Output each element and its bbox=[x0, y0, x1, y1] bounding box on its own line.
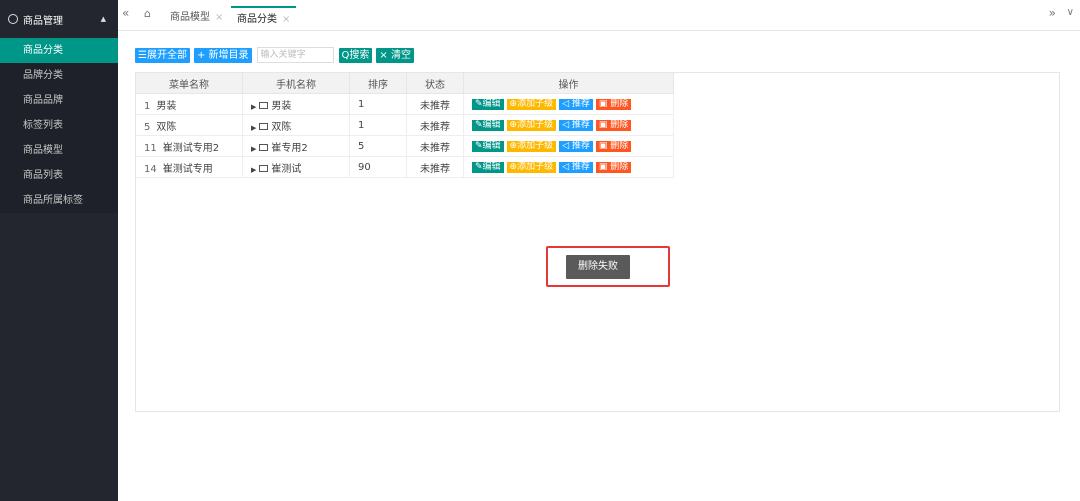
row-id: 14 bbox=[144, 163, 157, 175]
row-status: 未推荐 bbox=[406, 156, 464, 178]
row-name: 男装 bbox=[156, 100, 177, 112]
tab-category[interactable]: 商品分类 × bbox=[231, 6, 297, 32]
tab-label: 商品分类 bbox=[237, 14, 277, 25]
row-id: 5 bbox=[144, 121, 151, 133]
edit-button[interactable]: ✎编辑 bbox=[472, 99, 504, 110]
search-button[interactable]: Q搜索 bbox=[338, 47, 373, 63]
sidebar: 商品管理 ▲ 商品分类 品牌分类 商品品牌 标签列表 商品模型 商品列表 商品所… bbox=[0, 0, 118, 501]
row-id: 11 bbox=[144, 142, 157, 154]
recommend-button[interactable]: ◁ 推荐 bbox=[559, 120, 593, 131]
sidebar-group-header[interactable]: 商品管理 ▲ bbox=[0, 0, 118, 38]
search-input[interactable]: 输入关键字 bbox=[256, 47, 334, 63]
expand-arrow-icon[interactable]: ▶ bbox=[251, 166, 256, 174]
edit-button[interactable]: ✎编辑 bbox=[472, 120, 504, 131]
row-name: 崔测试专用 bbox=[162, 163, 213, 175]
row-name: 双陈 bbox=[156, 121, 177, 133]
row-sort: 1 bbox=[349, 93, 407, 115]
sidebar-list: 商品分类 品牌分类 商品品牌 标签列表 商品模型 商品列表 商品所属标签 bbox=[0, 38, 118, 213]
scroll-right-icon[interactable]: » bbox=[1049, 6, 1056, 20]
table-panel: 菜单名称 手机名称 排序 状态 操作 1 男装 ▶ 男装 1 未推荐 ✎编辑 ⊕添加子… bbox=[135, 72, 1060, 412]
table-row: 14 崔测试专用 ▶ 崔测试 90 未推荐 ✎编辑 ⊕添加子级 ◁ 推荐 ▣ 删除 bbox=[136, 156, 674, 178]
row-status: 未推荐 bbox=[406, 114, 464, 136]
expand-arrow-icon[interactable]: ▶ bbox=[251, 124, 256, 132]
category-table: 菜单名称 手机名称 排序 状态 操作 1 男装 ▶ 男装 1 未推荐 ✎编辑 ⊕添加子… bbox=[136, 73, 674, 178]
clear-button[interactable]: × 清空 bbox=[376, 47, 414, 63]
header-sort: 排序 bbox=[349, 73, 407, 94]
sidebar-item-brand[interactable]: 商品品牌 bbox=[0, 88, 118, 113]
edit-button[interactable]: ✎编辑 bbox=[472, 141, 504, 152]
edit-button[interactable]: ✎编辑 bbox=[472, 162, 504, 173]
add-child-button[interactable]: ⊕添加子级 bbox=[506, 120, 557, 131]
recommend-button[interactable]: ◁ 推荐 bbox=[559, 162, 593, 173]
sidebar-item-tags[interactable]: 标签列表 bbox=[0, 113, 118, 138]
scroll-left-icon[interactable]: « bbox=[122, 6, 129, 20]
sidebar-item-product-tags[interactable]: 商品所属标签 bbox=[0, 188, 118, 213]
add-child-button[interactable]: ⊕添加子级 bbox=[506, 162, 557, 173]
header-status: 状态 bbox=[406, 73, 464, 94]
sidebar-item-category[interactable]: 商品分类 bbox=[0, 38, 118, 63]
row-sort: 5 bbox=[349, 135, 407, 157]
row-sort: 1 bbox=[349, 114, 407, 136]
folder-icon bbox=[259, 123, 269, 130]
recommend-button[interactable]: ◁ 推荐 bbox=[559, 141, 593, 152]
delete-button[interactable]: ▣ 删除 bbox=[595, 120, 632, 131]
delete-button[interactable]: ▣ 删除 bbox=[595, 141, 632, 152]
error-toast: 删除失败 bbox=[566, 255, 630, 279]
folder-icon bbox=[259, 165, 269, 172]
close-icon[interactable]: × bbox=[215, 12, 223, 23]
row-phone-name: 双陈 bbox=[271, 121, 292, 133]
row-status: 未推荐 bbox=[406, 93, 464, 115]
add-child-button[interactable]: ⊕添加子级 bbox=[506, 99, 557, 110]
table-row: 1 男装 ▶ 男装 1 未推荐 ✎编辑 ⊕添加子级 ◁ 推荐 ▣ 删除 bbox=[136, 93, 674, 115]
tab-bar: « ⌂ 商品模型 × 商品分类 × » ∨ bbox=[118, 0, 1080, 31]
row-status: 未推荐 bbox=[406, 135, 464, 157]
toolbar: ☰展开全部 + 新增目录 输入关键字 Q搜索 × 清空 bbox=[135, 47, 414, 63]
expand-arrow-icon[interactable]: ▶ bbox=[251, 103, 256, 111]
delete-button[interactable]: ▣ 删除 bbox=[595, 99, 632, 110]
home-icon[interactable]: ⌂ bbox=[144, 7, 151, 20]
add-directory-button[interactable]: + 新增目录 bbox=[193, 47, 252, 63]
row-sort: 90 bbox=[349, 156, 407, 178]
sidebar-item-brand-category[interactable]: 品牌分类 bbox=[0, 63, 118, 88]
table-row: 5 双陈 ▶ 双陈 1 未推荐 ✎编辑 ⊕添加子级 ◁ 推荐 ▣ 删除 bbox=[136, 114, 674, 136]
row-name: 崔测试专用2 bbox=[162, 142, 220, 154]
sidebar-item-products[interactable]: 商品列表 bbox=[0, 163, 118, 188]
caret-up-icon: ▲ bbox=[100, 15, 106, 23]
add-child-button[interactable]: ⊕添加子级 bbox=[506, 141, 557, 152]
row-phone-name: 崔测试 bbox=[271, 163, 302, 175]
table-row: 11 崔测试专用2 ▶ 崔专用2 5 未推荐 ✎编辑 ⊕添加子级 ◁ 推荐 ▣ 删除 bbox=[136, 135, 674, 157]
close-icon[interactable]: × bbox=[282, 14, 290, 25]
header-phone-name: 手机名称 bbox=[242, 73, 350, 94]
row-id: 1 bbox=[144, 100, 151, 112]
row-phone-name: 男装 bbox=[271, 100, 292, 112]
sidebar-group-title: 商品管理 bbox=[23, 15, 63, 27]
recommend-button[interactable]: ◁ 推荐 bbox=[559, 99, 593, 110]
row-phone-name: 崔专用2 bbox=[271, 142, 308, 154]
expand-arrow-icon[interactable]: ▶ bbox=[251, 145, 256, 153]
tab-label: 商品模型 bbox=[170, 12, 210, 23]
settings-icon bbox=[8, 14, 18, 24]
tab-menu-icon[interactable]: ∨ bbox=[1067, 7, 1074, 18]
delete-button[interactable]: ▣ 删除 bbox=[595, 162, 632, 173]
folder-icon bbox=[259, 102, 269, 109]
header-actions: 操作 bbox=[463, 73, 674, 94]
header-menu-name: 菜单名称 bbox=[136, 73, 243, 94]
sidebar-item-model[interactable]: 商品模型 bbox=[0, 138, 118, 163]
folder-icon bbox=[259, 144, 269, 151]
tab-model[interactable]: 商品模型 × bbox=[170, 6, 223, 30]
table-header-row: 菜单名称 手机名称 排序 状态 操作 bbox=[136, 73, 674, 94]
expand-all-button[interactable]: ☰展开全部 bbox=[135, 47, 190, 63]
